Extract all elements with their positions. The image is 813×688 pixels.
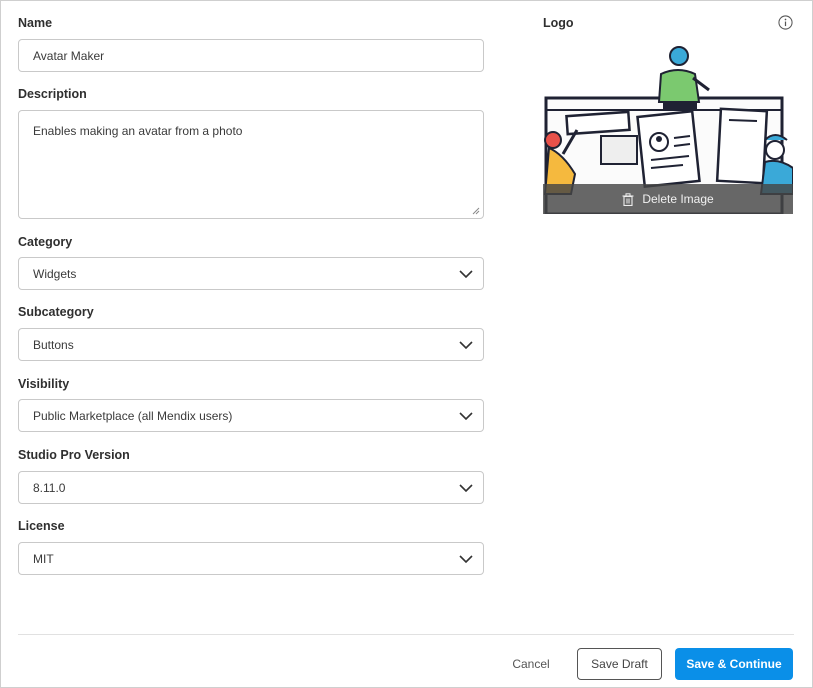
visibility-label: Visibility	[18, 377, 70, 391]
name-label: Name	[18, 16, 53, 30]
chevron-down-icon	[459, 483, 473, 492]
edit-content-form: Name Avatar Maker Description Enables ma…	[0, 0, 813, 688]
subcategory-value: Buttons	[33, 337, 74, 352]
category-value: Widgets	[33, 266, 77, 281]
chevron-down-icon	[459, 340, 473, 349]
studio-version-label: Studio Pro Version	[18, 448, 130, 462]
license-label: License	[18, 519, 65, 533]
chevron-down-icon	[459, 269, 473, 278]
category-label: Category	[18, 235, 73, 249]
save-draft-button[interactable]: Save Draft	[577, 648, 662, 680]
info-icon[interactable]	[778, 15, 793, 30]
cancel-button[interactable]: Cancel	[501, 648, 561, 680]
license-select[interactable]: MIT	[18, 542, 484, 575]
license-value: MIT	[33, 551, 54, 566]
delete-image-label: Delete Image	[642, 192, 714, 206]
visibility-value: Public Marketplace (all Mendix users)	[33, 408, 233, 423]
delete-image-button[interactable]: Delete Image	[543, 184, 793, 214]
logo-image[interactable]: Delete Image	[543, 44, 793, 214]
description-textarea[interactable]: Enables making an avatar from a photo	[18, 110, 484, 219]
name-input[interactable]: Avatar Maker	[18, 39, 484, 72]
trash-icon	[622, 192, 634, 206]
subcategory-select[interactable]: Buttons	[18, 328, 484, 361]
footer-divider	[18, 634, 794, 635]
resize-grip-icon[interactable]	[472, 207, 480, 215]
chevron-down-icon	[459, 411, 473, 420]
chevron-down-icon	[459, 554, 473, 563]
logo-label: Logo	[543, 16, 574, 30]
description-value: Enables making an avatar from a photo	[33, 124, 243, 138]
category-select[interactable]: Widgets	[18, 257, 484, 290]
save-continue-button[interactable]: Save & Continue	[675, 648, 793, 680]
studio-version-select[interactable]: 8.11.0	[18, 471, 484, 504]
studio-version-value: 8.11.0	[33, 480, 66, 495]
visibility-select[interactable]: Public Marketplace (all Mendix users)	[18, 399, 484, 432]
name-input-value: Avatar Maker	[33, 48, 105, 63]
description-label: Description	[18, 87, 87, 101]
subcategory-label: Subcategory	[18, 305, 94, 319]
